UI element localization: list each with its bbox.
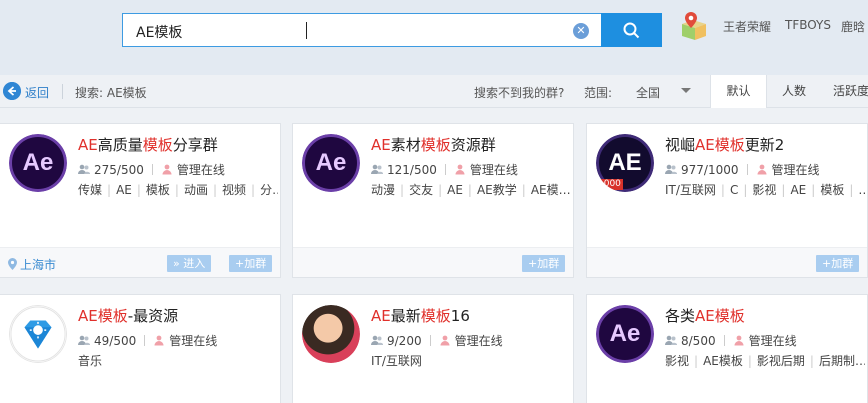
group-meta: 9/200 管理在线 bbox=[371, 332, 503, 349]
member-count: 9/200 bbox=[387, 334, 422, 348]
group-meta: 977/1000 管理在线 bbox=[665, 161, 820, 178]
join-group-button[interactable]: +加群 bbox=[816, 255, 860, 272]
hot-link[interactable]: 鹿晗 bbox=[841, 18, 865, 35]
group-name[interactable]: AE高质量模板分享群 bbox=[78, 134, 218, 155]
location: 上海市 bbox=[8, 256, 56, 273]
avatar-badge: 1000 bbox=[596, 179, 623, 190]
group-name[interactable]: AE最新模板16 bbox=[371, 305, 470, 326]
clear-icon[interactable]: ✕ bbox=[573, 23, 589, 39]
group-tags: 音乐 bbox=[78, 354, 103, 368]
group-name[interactable]: 各类AE模板 bbox=[665, 305, 745, 326]
admin-status: 管理在线 bbox=[748, 334, 797, 348]
admin-icon bbox=[154, 335, 164, 346]
group-card[interactable]: AE 1000 视崛AE模板更新2 977/1000 管理在线 IT/互联网 | C | 影… bbox=[586, 123, 868, 278]
tab-sort-members[interactable]: 人数 bbox=[767, 75, 821, 108]
group-card[interactable]: AE模板-最资源 49/500 管理在线 音乐 bbox=[0, 294, 281, 403]
tab-sort-default[interactable]: 默认 bbox=[710, 75, 767, 108]
back-arrow-icon[interactable] bbox=[3, 82, 21, 100]
divider bbox=[62, 84, 63, 99]
admin-icon bbox=[440, 335, 450, 346]
admin-icon bbox=[757, 164, 766, 175]
not-found-link[interactable]: 搜索不到我的群? bbox=[474, 84, 564, 101]
group-meta: 121/500 管理在线 bbox=[371, 161, 518, 178]
admin-icon bbox=[734, 335, 744, 346]
tab-sort-activity[interactable]: 活跃度 bbox=[821, 75, 868, 108]
group-name[interactable]: AE素材模板资源群 bbox=[371, 134, 496, 155]
hot-link[interactable]: 王者荣耀 bbox=[723, 18, 771, 35]
gem-logo-icon bbox=[9, 305, 67, 363]
join-group-button[interactable]: +加群 bbox=[229, 255, 273, 272]
group-tags: 动漫 | 交友 | AE | AE教学 | AE模… bbox=[371, 183, 571, 197]
admin-status: 管理在线 bbox=[771, 163, 820, 177]
member-count: 49/500 bbox=[94, 334, 137, 348]
admin-icon bbox=[162, 164, 172, 175]
enter-button[interactable]: » 进入 bbox=[167, 255, 212, 272]
group-card[interactable]: Ae AE素材模板资源群 121/500 管理在线 动漫 | 交友 | AE | AE教学 | A… bbox=[292, 123, 574, 278]
location-pin-icon bbox=[8, 258, 17, 270]
search-icon bbox=[623, 22, 640, 39]
group-avatar bbox=[9, 305, 67, 363]
group-avatar: Ae bbox=[596, 305, 654, 363]
member-count: 8/500 bbox=[681, 334, 716, 348]
group-avatar: AE 1000 bbox=[596, 134, 654, 192]
members-icon bbox=[78, 164, 90, 174]
members-icon bbox=[371, 335, 383, 345]
admin-icon bbox=[455, 164, 465, 175]
group-card[interactable]: Ae 各类AE模板 8/500 管理在线 影视 | AE模板 | 影视后期 | 后期制… bbox=[586, 294, 868, 403]
group-avatar: Ae bbox=[302, 134, 360, 192]
map-location-icon[interactable] bbox=[679, 10, 709, 42]
admin-status: 管理在线 bbox=[469, 163, 518, 177]
card-footer: +加群 bbox=[587, 247, 867, 277]
card-footer: 上海市 » 进入 +加群 bbox=[0, 247, 280, 277]
group-meta: 49/500 管理在线 bbox=[78, 332, 217, 349]
filter-bar: 返回 搜索: AE模板 搜索不到我的群? 范围: 全国 默认 人数 活跃度 bbox=[0, 75, 868, 108]
search-summary: 搜索: AE模板 bbox=[75, 86, 147, 100]
group-avatar: Ae bbox=[9, 134, 67, 192]
admin-status: 管理在线 bbox=[169, 334, 218, 348]
back-link[interactable]: 返回 bbox=[25, 84, 49, 101]
hot-link[interactable]: TFBOYS bbox=[785, 18, 831, 32]
group-avatar bbox=[302, 305, 360, 363]
members-icon bbox=[665, 164, 677, 174]
search-input[interactable]: AE模板 ✕ bbox=[122, 13, 602, 47]
ae-logo-icon: Ae bbox=[302, 134, 360, 192]
group-meta: 275/500 管理在线 bbox=[78, 161, 225, 178]
ae-logo-icon: Ae bbox=[596, 305, 654, 363]
search-button[interactable] bbox=[601, 13, 662, 47]
group-meta: 8/500 管理在线 bbox=[665, 332, 797, 349]
group-tags: IT/互联网|C|影视|AE|模板|… bbox=[665, 183, 865, 197]
member-count: 275/500 bbox=[94, 163, 144, 177]
member-count: 121/500 bbox=[387, 163, 437, 177]
member-count: 977/1000 bbox=[681, 163, 739, 177]
text-caret bbox=[306, 22, 307, 39]
group-card[interactable]: Ae AE高质量模板分享群 275/500 管理在线 传媒 | AE | 模板 | 动画 | 视频… bbox=[0, 123, 281, 278]
join-group-button[interactable]: +加群 bbox=[522, 255, 566, 272]
group-name[interactable]: AE模板-最资源 bbox=[78, 305, 178, 326]
scope-label: 范围: bbox=[584, 86, 613, 100]
top-search-bar: AE模板 ✕ 王者荣耀 TFBOYS 鹿晗 bbox=[0, 0, 868, 75]
scope-select[interactable]: 全国 bbox=[636, 84, 660, 101]
card-footer: +加群 bbox=[293, 247, 573, 277]
group-tags: IT/互联网 bbox=[371, 354, 422, 368]
chevron-down-icon[interactable] bbox=[681, 88, 691, 93]
group-tags: 影视 | AE模板 | 影视后期 | 后期制… bbox=[665, 354, 865, 368]
portrait-photo bbox=[302, 305, 360, 363]
admin-status: 管理在线 bbox=[454, 334, 503, 348]
search-input-value: AE模板 bbox=[136, 25, 183, 41]
group-card[interactable]: AE最新模板16 9/200 管理在线 IT/互联网 bbox=[292, 294, 574, 403]
group-name[interactable]: 视崛AE模板更新2 bbox=[665, 134, 784, 155]
group-tags: 传媒|AE|模板|动画|视频|分… bbox=[78, 183, 278, 197]
admin-status: 管理在线 bbox=[176, 163, 225, 177]
members-icon bbox=[665, 335, 677, 345]
members-icon bbox=[371, 164, 383, 174]
members-icon bbox=[78, 335, 90, 345]
ae-logo-icon: Ae bbox=[9, 134, 67, 192]
